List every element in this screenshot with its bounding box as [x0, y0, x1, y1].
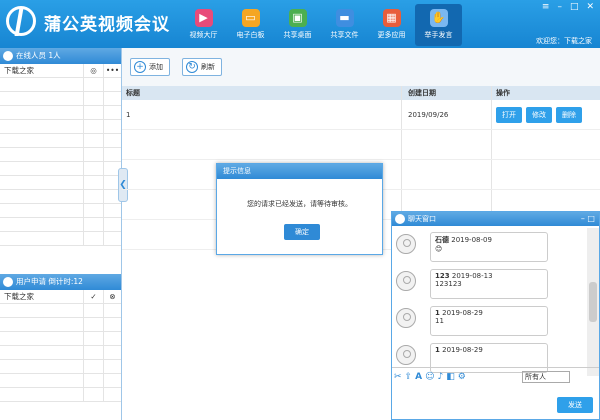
nav-share-file[interactable]: ▬ 共享文件 [321, 4, 368, 46]
send-button[interactable]: 发送 [557, 397, 593, 413]
refresh-button[interactable]: ↻ 刷新 [182, 58, 222, 76]
list-item [0, 148, 121, 162]
upload-icon[interactable]: ⇪ [405, 372, 413, 382]
settings-icon[interactable]: ⚙ [458, 372, 466, 382]
main-nav: ▶ 视频大厅 ▭ 电子白板 ▣ 共享桌面 ▬ 共享文件 ▦ 更多应用 ✋ 举手发言 [180, 4, 462, 46]
nav-more-apps[interactable]: ▦ 更多应用 [368, 4, 415, 46]
chat-icon [395, 214, 405, 224]
folder-icon: ▬ [335, 9, 354, 27]
app-header: 蒲公英视频会议 ▶ 视频大厅 ▭ 电子白板 ▣ 共享桌面 ▬ 共享文件 ▦ 更多应用 ✋ 举… [0, 0, 600, 48]
desktop-icon: ▣ [288, 9, 307, 27]
list-item [0, 332, 121, 346]
camera-icon[interactable]: ◎ [84, 64, 104, 77]
chat-title-bar: 聊天窗口 – □ [392, 212, 599, 226]
menu-icon[interactable]: ≡ [542, 2, 550, 12]
add-button[interactable]: + 添加 [130, 58, 170, 76]
nav-share-desktop[interactable]: ▣ 共享桌面 [274, 4, 321, 46]
welcome-text: 欢迎您：下载之家 [536, 37, 592, 45]
whiteboard-icon: ▭ [241, 9, 260, 27]
plus-icon: + [134, 61, 146, 73]
list-item [0, 134, 121, 148]
eraser-icon[interactable]: ◧ [446, 372, 455, 382]
apps-icon: ▦ [382, 9, 401, 27]
table-row[interactable]: 1 2019/09/26 打开 修改 删除 [122, 100, 600, 130]
open-button[interactable]: 打开 [496, 107, 522, 123]
receiver-select[interactable]: 所有人 [522, 371, 570, 383]
nav-video-hall[interactable]: ▶ 视频大厅 [180, 4, 227, 46]
dialog-message: 您的请求已经发送，请等待审核。 [247, 200, 352, 208]
dialog-title: 提示信息 [217, 164, 382, 179]
list-item [0, 162, 121, 176]
chat-message: 1 2019-08-29 11 [392, 302, 588, 339]
list-item [0, 388, 121, 402]
list-item[interactable]: 下载之家 ✓ ⊗ [0, 290, 121, 304]
edit-button[interactable]: 修改 [526, 107, 552, 123]
list-item [0, 318, 121, 332]
list-item [0, 218, 121, 232]
toolbar: + 添加 ↻ 刷新 [122, 48, 600, 86]
scissors-icon[interactable]: ✂ [394, 372, 402, 382]
alert-dialog: 提示信息 您的请求已经发送，请等待审核。 确定 [216, 163, 383, 255]
online-header: 在线人员 1人 [0, 48, 121, 64]
list-item [0, 120, 121, 134]
emoji-icon[interactable]: ☺ [425, 372, 434, 382]
avatar [396, 271, 416, 291]
list-item [0, 176, 121, 190]
list-item [0, 304, 121, 318]
video-icon: ▶ [194, 9, 213, 27]
chat-message: 石德 2019-08-09 😊 [392, 228, 588, 265]
minimize-icon[interactable]: – [557, 2, 562, 12]
left-panel: 在线人员 1人 下载之家 ◎ ••• 用户申请 倒计时:12 下载之家 ✓ ⊗ [0, 48, 122, 420]
chat-window: 聊天窗口 – □ 石德 2019-08-09 😊 123 2019-08-13 123… [391, 211, 600, 420]
table-header: 标题 创建日期 操作 [122, 86, 600, 100]
avatar [396, 234, 416, 254]
list-item[interactable]: 下载之家 ◎ ••• [0, 64, 121, 78]
apply-header: 用户申请 倒计时:12 [0, 274, 121, 290]
chat-scrollbar[interactable] [587, 228, 599, 376]
hand-icon [3, 277, 13, 287]
approve-icon[interactable]: ✓ [84, 290, 104, 303]
hand-icon: ✋ [429, 9, 448, 27]
list-item [0, 374, 121, 388]
list-item [0, 106, 121, 120]
nav-whiteboard[interactable]: ▭ 电子白板 [227, 4, 274, 46]
close-icon[interactable]: ✕ [586, 2, 594, 12]
list-item [0, 92, 121, 106]
mic-icon[interactable]: ♪ [437, 372, 443, 382]
ok-button[interactable]: 确定 [284, 224, 320, 240]
window-controls: ≡ – □ ✕ [542, 2, 594, 12]
maximize-icon[interactable]: □ [570, 2, 579, 12]
user-icon [3, 51, 13, 61]
delete-button[interactable]: 删除 [556, 107, 582, 123]
avatar [396, 345, 416, 365]
avatar [396, 308, 416, 328]
chat-message: 123 2019-08-13 123123 [392, 265, 588, 302]
font-icon[interactable]: A [415, 372, 422, 382]
message-list: 石德 2019-08-09 😊 123 2019-08-13 123123 1 20… [392, 228, 588, 376]
chat-toolbar: ✂ ⇪ A ☺ ♪ ◧ ⚙ 所有人 [392, 367, 599, 385]
list-item [0, 232, 121, 246]
app-logo [6, 6, 36, 36]
list-item [0, 190, 121, 204]
nav-raise-hand[interactable]: ✋ 举手发言 [415, 4, 462, 46]
list-item [0, 360, 121, 374]
reject-icon[interactable]: ⊗ [104, 290, 121, 303]
more-icon[interactable]: ••• [104, 64, 121, 77]
list-item [0, 78, 121, 92]
table-row [122, 130, 600, 160]
list-item [0, 346, 121, 360]
refresh-icon: ↻ [186, 61, 198, 73]
list-item [0, 204, 121, 218]
app-title: 蒲公英视频会议 [44, 15, 170, 35]
chat-window-controls[interactable]: – □ [581, 212, 595, 226]
